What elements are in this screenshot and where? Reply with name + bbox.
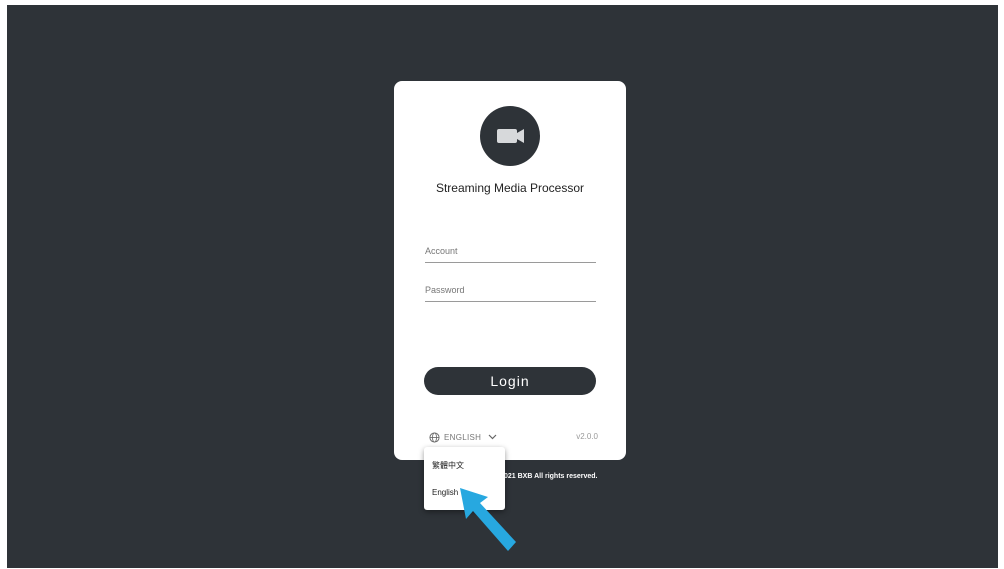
- language-option-english[interactable]: English: [432, 488, 458, 497]
- pointer-arrow-icon: [460, 488, 516, 551]
- chevron-down-icon: [488, 434, 497, 440]
- language-label: ENGLISH: [444, 432, 482, 442]
- app-title: Streaming Media Processor: [435, 181, 585, 195]
- version-label: v2.0.0: [576, 432, 598, 441]
- language-selector[interactable]: ENGLISH: [429, 430, 497, 444]
- copyright-text: 021 BXB All rights reserved.: [504, 473, 598, 480]
- language-option-traditional-chinese[interactable]: 繁體中文: [432, 460, 464, 471]
- video-camera-icon: [497, 129, 524, 143]
- login-card: Streaming Media Processor Login ENGLISH …: [394, 81, 626, 460]
- app-logo: [480, 106, 540, 166]
- account-input[interactable]: [425, 240, 596, 263]
- login-button[interactable]: Login: [424, 367, 596, 395]
- globe-icon: [429, 431, 440, 443]
- password-input[interactable]: [425, 279, 596, 302]
